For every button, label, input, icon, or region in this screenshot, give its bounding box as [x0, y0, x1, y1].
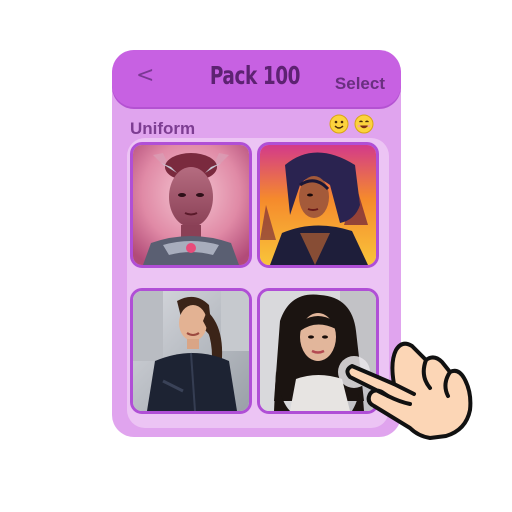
portrait-sunset-hooded-woman — [260, 145, 376, 265]
section-label: Uniform — [130, 119, 196, 138]
image-tile-1[interactable] — [130, 142, 252, 268]
photo-woman-black-jacket — [133, 291, 249, 411]
portrait-silver-armor-woman — [133, 145, 249, 265]
select-button[interactable]: Select — [335, 74, 385, 94]
back-button[interactable]: < — [136, 64, 154, 88]
image-tile-2[interactable] — [257, 142, 379, 268]
page-title: Pack 100 — [209, 61, 301, 90]
tap-hand-icon — [338, 341, 473, 440]
image-tile-3[interactable] — [130, 288, 252, 414]
header-bar: < Pack 100 Select — [112, 50, 401, 107]
smile-emoji-icon — [329, 114, 349, 134]
grin-emoji-icon — [354, 114, 374, 134]
